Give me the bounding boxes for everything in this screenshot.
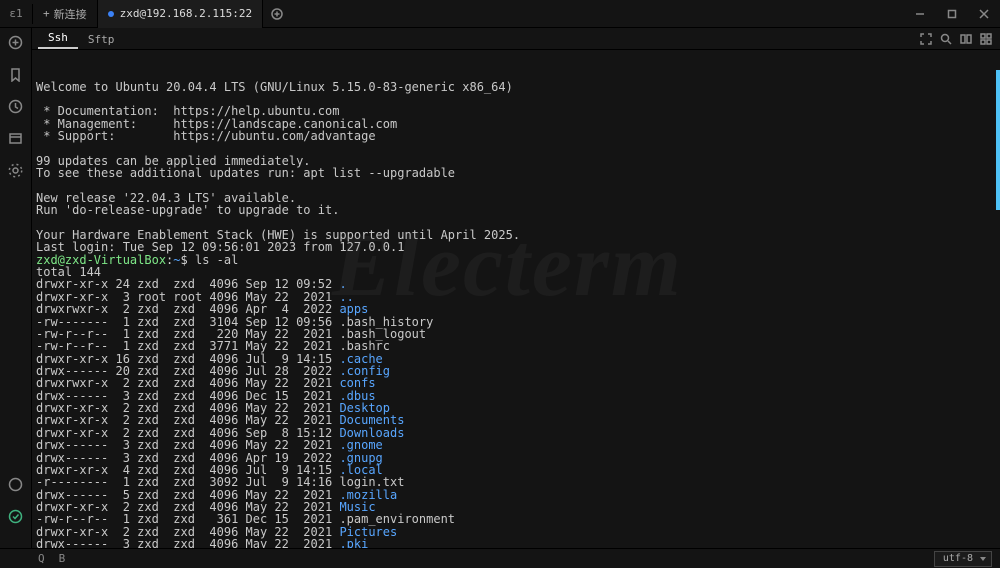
layout-cols-icon[interactable] xyxy=(960,33,974,47)
activity-bar xyxy=(0,28,32,548)
settings-icon[interactable] xyxy=(8,162,24,178)
maximize-icon xyxy=(947,9,957,19)
history-icon[interactable] xyxy=(8,98,24,114)
batch-icon[interactable] xyxy=(8,476,24,492)
terminal-output[interactable]: Electerm Welcome to Ubuntu 20.04.4 LTS (… xyxy=(32,50,1000,548)
subtab-sftp[interactable]: Sftp xyxy=(78,30,125,49)
status-b[interactable]: B xyxy=(59,552,66,565)
encoding-select[interactable]: utf-8 xyxy=(934,551,992,567)
status-bar: Q B utf-8 xyxy=(0,548,1000,568)
tab-label: 新连接 xyxy=(54,6,87,22)
status-q[interactable]: Q xyxy=(38,552,45,565)
terminal-list-icon[interactable] xyxy=(8,130,24,146)
tab-add-button[interactable] xyxy=(263,0,291,28)
title-bar: ε1 + 新连接 zxd@192.168.2.115:22 xyxy=(0,0,1000,28)
new-session-icon[interactable] xyxy=(8,34,24,50)
search-icon[interactable] xyxy=(940,33,954,47)
minimize-icon xyxy=(915,9,925,19)
fullscreen-icon[interactable] xyxy=(920,33,934,47)
tab-ssh-session[interactable]: zxd@192.168.2.115:22 xyxy=(98,0,263,28)
prompt-cwd: ~ xyxy=(173,253,180,267)
app-logo: ε1 xyxy=(0,0,32,28)
tab-new-connection[interactable]: + 新连接 xyxy=(33,0,98,28)
motd-line: To see these additional updates run: apt… xyxy=(36,166,455,180)
bookmarks-icon[interactable] xyxy=(8,66,24,82)
motd-line: * Support: https://ubuntu.com/advantage xyxy=(36,129,376,143)
close-button[interactable] xyxy=(968,0,1000,28)
sync-icon[interactable] xyxy=(8,508,24,524)
status-dot-icon xyxy=(108,11,114,17)
plus-circle-icon xyxy=(271,8,283,20)
plus-icon: + xyxy=(43,7,50,20)
subtab-ssh[interactable]: Ssh xyxy=(38,28,78,49)
motd-line: Welcome to Ubuntu 20.04.4 LTS (GNU/Linux… xyxy=(36,80,513,94)
motd-line: Run 'do-release-upgrade' to upgrade to i… xyxy=(36,203,339,217)
tab-label: zxd@192.168.2.115:22 xyxy=(120,7,252,20)
main-panel: Ssh Sftp Electerm Welcome to Ubuntu 20.0… xyxy=(32,28,1000,548)
terminal-scrollbar[interactable] xyxy=(996,50,1000,548)
session-subtabs: Ssh Sftp xyxy=(32,28,1000,50)
minimize-button[interactable] xyxy=(904,0,936,28)
scrollbar-thumb[interactable] xyxy=(996,70,1000,210)
layout-grid-icon[interactable] xyxy=(980,33,994,47)
ls-listing: drwxr-xr-x 24 zxd zxd 4096 Sep 12 09:52 … xyxy=(36,278,1000,548)
maximize-button[interactable] xyxy=(936,0,968,28)
close-icon xyxy=(979,9,989,19)
prompt-command: ls -al xyxy=(195,253,238,267)
